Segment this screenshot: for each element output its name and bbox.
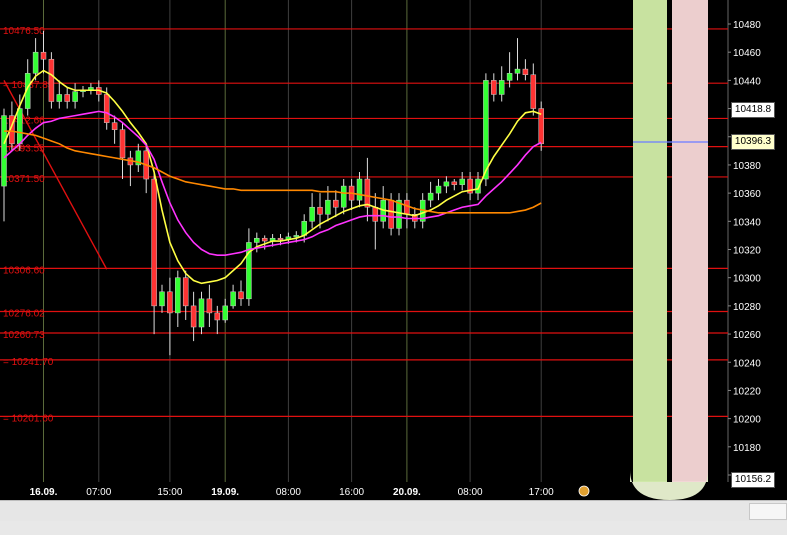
y-tick-label: 10300: [733, 274, 761, 285]
candle-body: [214, 312, 221, 321]
level-label: 10260.73: [3, 330, 45, 341]
candle-body: [459, 178, 465, 185]
x-tick-label: 17:00: [529, 487, 554, 498]
candle-body: [261, 237, 268, 242]
level-label: 10306.60: [3, 265, 45, 276]
y-tick-label: 10180: [733, 443, 761, 454]
candle-body: [182, 277, 189, 307]
y-tick-label: 10340: [733, 217, 761, 228]
candle-body: [167, 291, 173, 314]
y-tick-label: 10440: [733, 76, 761, 87]
candle-body: [498, 80, 505, 95]
candle-body: [514, 68, 521, 74]
candle-body: [483, 80, 489, 180]
candle-body: [17, 108, 23, 145]
candle-body: [72, 91, 78, 102]
x-tick-label: 08:00: [276, 487, 301, 498]
candle-body: [1, 115, 7, 187]
level-label: 10476.50: [3, 26, 45, 37]
candle-body: [427, 192, 434, 201]
candle-body: [388, 199, 394, 229]
horizontal-scrollbar[interactable]: [0, 500, 787, 522]
x-tick-label: 08:00: [458, 487, 483, 498]
candle-body: [522, 68, 529, 75]
candle-body: [435, 185, 442, 194]
candle-body: [32, 51, 39, 74]
candle-body: [175, 277, 181, 314]
candle-body: [356, 178, 363, 201]
candle-body: [56, 94, 63, 102]
x-tick-label: 16.09.: [30, 487, 58, 498]
candle-body: [190, 305, 197, 328]
candle-body: [317, 206, 323, 215]
y-tick-label: 10280: [733, 302, 761, 313]
candle-body: [443, 181, 450, 187]
candle-body: [238, 291, 244, 300]
price-label: 10156.2: [731, 472, 775, 489]
candle-body: [64, 94, 70, 102]
candle-body: [198, 298, 205, 328]
y-tick-label: 10320: [733, 246, 761, 257]
candle-body: [451, 181, 458, 185]
y-tick-label: 10200: [733, 415, 761, 426]
level-label: = 10241.70: [3, 357, 54, 368]
price-chart[interactable]: 10476.50= 10437.8510412.6610393.5510371.…: [0, 0, 787, 500]
candle-body: [48, 58, 55, 102]
candle-body: [40, 51, 47, 60]
price-label: 10418.8: [731, 102, 775, 119]
level-label: = 10201.60: [3, 413, 54, 424]
candle-body: [119, 129, 126, 159]
candle-body: [277, 237, 284, 240]
candle-body: [491, 80, 497, 95]
y-tick-label: 10380: [733, 161, 761, 172]
status-strip: [0, 521, 787, 535]
x-tick-label: 16:00: [339, 487, 364, 498]
x-tick-label: 20.09.: [393, 487, 421, 498]
candle-body: [230, 291, 236, 307]
moving-average-line: [4, 130, 542, 214]
candle-body: [111, 122, 118, 130]
y-tick-label: 10460: [733, 48, 761, 59]
candle-body: [254, 237, 260, 243]
candle-body: [222, 305, 228, 321]
candle-body: [103, 94, 110, 123]
candle-body: [325, 199, 331, 215]
y-tick-label: 10260: [733, 330, 761, 341]
level-label: 10276.02: [3, 308, 45, 319]
candle-body: [364, 178, 371, 208]
x-tick-label: 19.09.: [211, 487, 239, 498]
candle-body: [159, 291, 165, 307]
candle-body: [530, 74, 537, 109]
candle-body: [333, 199, 339, 208]
price-label: 10396.3: [731, 133, 775, 150]
candle-body: [506, 73, 513, 81]
x-tick-label: 15:00: [157, 487, 182, 498]
y-tick-label: 10480: [733, 20, 761, 31]
candle-body: [151, 178, 157, 307]
candle-body: [309, 206, 315, 222]
candle-body: [206, 298, 213, 314]
x-tick-label: 07:00: [86, 487, 111, 498]
candle-body: [293, 235, 300, 238]
y-tick-label: 10220: [733, 386, 761, 397]
candle-body: [340, 185, 347, 208]
level-label: 10371.50: [3, 174, 45, 185]
clock-icon[interactable]: [578, 485, 590, 497]
candle-body: [372, 206, 379, 222]
y-tick-label: 10240: [733, 358, 761, 369]
scrollbar-thumb[interactable]: [749, 503, 787, 520]
y-tick-label: 10360: [733, 189, 761, 200]
